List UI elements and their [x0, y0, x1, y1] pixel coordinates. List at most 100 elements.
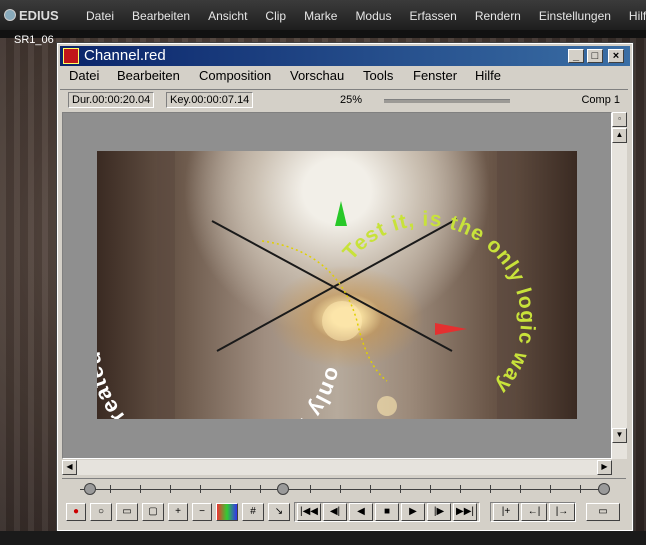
edius-logo: EDIUS	[4, 8, 59, 23]
scroll-up-icon[interactable]: ▲	[612, 128, 627, 143]
zoom-out-icon[interactable]: −	[192, 503, 212, 521]
edius-tool-strip	[0, 30, 646, 38]
scroll-down-icon[interactable]: ▼	[612, 428, 627, 443]
duration-field: Dur.00:00:20.04	[68, 92, 155, 108]
key-field: Key.00:00:07.14	[166, 92, 254, 108]
edius-menu-marke[interactable]: Marke	[304, 9, 337, 23]
edius-menubar: EDIUS Datei Bearbeiten Ansicht Clip Mark…	[0, 0, 646, 31]
motion-guide	[261, 240, 388, 382]
color-icon[interactable]	[216, 503, 238, 521]
tick	[340, 485, 341, 493]
window-titlebar[interactable]: Channel.red _ □ ×	[60, 46, 630, 66]
tick	[430, 485, 431, 493]
bottom-toolbar: ● ○ ▭ ▢ + − # ↘ |◀◀ ◀| ◀ ■ ▶ |▶ ▶▶| |+ ←…	[62, 502, 626, 524]
chandelier-glow	[322, 301, 362, 341]
tick	[200, 485, 201, 493]
window-title: Channel.red	[84, 47, 166, 64]
edius-menu-modus[interactable]: Modus	[355, 9, 391, 23]
overlay-svg: only for „Bassmann“ created Test it, is …	[97, 151, 538, 419]
tick	[310, 485, 311, 493]
path-icon[interactable]: ↘	[268, 503, 290, 521]
tick	[520, 485, 521, 493]
menu-hilfe[interactable]: Hilfe	[475, 68, 501, 83]
skip-end-icon[interactable]: ▶▶|	[453, 503, 477, 521]
step-forward-icon[interactable]: |▶	[427, 503, 451, 521]
composition-canvas[interactable]: only for „Bassmann“ created Test it, is …	[62, 112, 612, 459]
tick	[230, 485, 231, 493]
edius-logo-icon	[4, 9, 16, 21]
zoom-level: 25%	[340, 94, 363, 106]
step-back-icon[interactable]: ◀|	[323, 503, 347, 521]
transport-group: |◀◀ ◀| ◀ ■ ▶ |▶ ▶▶|	[294, 502, 480, 522]
edius-menu-datei[interactable]: Datei	[86, 9, 114, 23]
circle-tool-icon[interactable]: ○	[90, 503, 112, 521]
tick	[370, 485, 371, 493]
zoom-slider[interactable]	[384, 99, 510, 103]
scroll-left-icon[interactable]: ◀	[62, 460, 77, 475]
play-icon[interactable]: ▶	[401, 503, 425, 521]
tick	[170, 485, 171, 493]
menu-datei[interactable]: Datei	[69, 68, 99, 83]
comp-label: Comp 1	[581, 94, 620, 106]
tick	[110, 485, 111, 493]
scroll-right-icon[interactable]: ▶	[597, 460, 612, 475]
channel-window: Channel.red _ □ × Datei Bearbeiten Compo…	[56, 42, 634, 532]
grid-icon[interactable]: #	[242, 503, 264, 521]
close-button[interactable]: ×	[608, 49, 624, 63]
end-marker[interactable]	[598, 483, 610, 495]
app-icon	[63, 48, 79, 64]
tick	[400, 485, 401, 493]
red-handle-icon[interactable]	[435, 323, 467, 335]
left-arc-text[interactable]: only for „Bassmann“ created	[97, 349, 347, 419]
zoom-in-icon[interactable]: +	[168, 503, 188, 521]
add-keyframe-icon[interactable]: |+	[493, 503, 519, 521]
vertical-scrollbar[interactable]: ▫ ▲ ▼	[612, 112, 627, 459]
edius-app-name: EDIUS	[19, 8, 59, 23]
scroll-resize-icon[interactable]: ▫	[612, 112, 627, 127]
tick	[140, 485, 141, 493]
pillar-left	[157, 151, 175, 419]
tick	[460, 485, 461, 493]
prev-keyframe-icon[interactable]: ←|	[521, 503, 547, 521]
menu-composition[interactable]: Composition	[199, 68, 271, 83]
horizontal-scrollbar[interactable]: ◀ ▶	[62, 460, 612, 475]
tick	[260, 485, 261, 493]
edius-menu-erfassen[interactable]: Erfassen	[409, 9, 456, 23]
info-bar: Dur.00:00:20.04 Key.00:00:07.14 25% Comp…	[60, 89, 628, 110]
edius-menu-hilfe[interactable]: Hilfe	[629, 9, 646, 23]
edius-menu: Datei Bearbeiten Ansicht Clip Marke Modu…	[86, 9, 646, 23]
menu-vorschau[interactable]: Vorschau	[290, 68, 344, 83]
menu-fenster[interactable]: Fenster	[413, 68, 457, 83]
skip-start-icon[interactable]: |◀◀	[297, 503, 321, 521]
rect-tool-icon[interactable]: ▭	[116, 503, 138, 521]
maximize-button[interactable]: □	[587, 49, 603, 63]
render-preview-button[interactable]: ▭	[586, 503, 620, 521]
minimize-button[interactable]: _	[568, 49, 584, 63]
edius-menu-ansicht[interactable]: Ansicht	[208, 9, 247, 23]
edius-menu-clip[interactable]: Clip	[265, 9, 286, 23]
timeline-ruler[interactable]	[62, 478, 626, 499]
edius-menu-einstellungen[interactable]: Einstellungen	[539, 9, 611, 23]
timeline-track	[80, 489, 610, 490]
edius-menu-bearbeiten[interactable]: Bearbeiten	[132, 9, 190, 23]
stop-icon[interactable]: ■	[375, 503, 399, 521]
keyframe-group: |+ ←| |→	[490, 502, 576, 522]
rounded-rect-icon[interactable]: ▢	[142, 503, 164, 521]
next-keyframe-icon[interactable]: |→	[549, 503, 575, 521]
tick	[550, 485, 551, 493]
green-handle-icon[interactable]	[335, 201, 347, 226]
edius-bottom-strip	[0, 531, 646, 545]
menu-bearbeiten[interactable]: Bearbeiten	[117, 68, 180, 83]
tick	[490, 485, 491, 493]
edius-menu-rendern[interactable]: Rendern	[475, 9, 521, 23]
menu-tools[interactable]: Tools	[363, 68, 393, 83]
record-icon[interactable]: ●	[66, 503, 86, 521]
chandelier-lower-glow	[377, 396, 397, 416]
clip-label: SR1_06	[14, 34, 54, 46]
tick	[580, 485, 581, 493]
window-menubar: Datei Bearbeiten Composition Vorschau To…	[60, 67, 630, 85]
play-reverse-icon[interactable]: ◀	[349, 503, 373, 521]
start-marker[interactable]	[84, 483, 96, 495]
current-time-marker[interactable]	[277, 483, 289, 495]
preview-image: only for „Bassmann“ created Test it, is …	[97, 151, 577, 419]
